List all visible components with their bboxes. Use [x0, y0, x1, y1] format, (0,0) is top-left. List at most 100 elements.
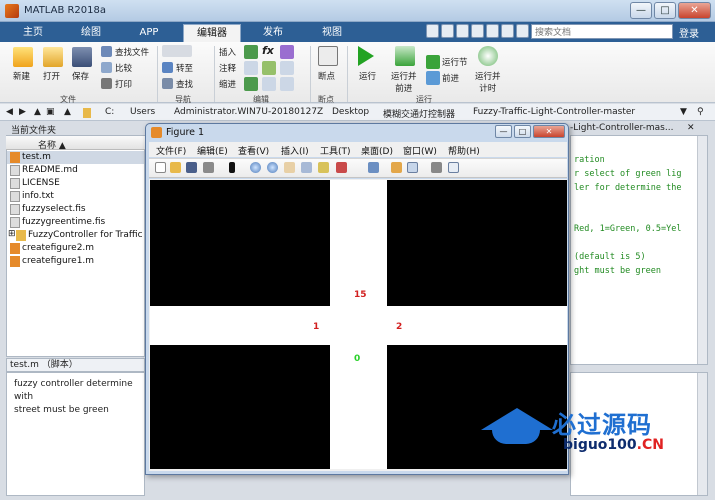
- menu-file[interactable]: 文件(F): [156, 144, 186, 157]
- legend-icon[interactable]: [407, 162, 418, 173]
- show-tools-icon[interactable]: [448, 162, 459, 173]
- browse-folder-icon[interactable]: ▣: [46, 107, 55, 117]
- pointer-icon[interactable]: [229, 162, 235, 173]
- run-advance-button[interactable]: 运行并 前进: [391, 70, 417, 94]
- column-name-label[interactable]: 名称 ▲: [38, 138, 66, 151]
- data-cursor-icon[interactable]: [318, 162, 329, 173]
- search-input[interactable]: [531, 24, 673, 39]
- comment-button[interactable]: 注释: [219, 62, 236, 74]
- address-search-icon[interactable]: ⚲: [697, 107, 704, 117]
- advance-button[interactable]: 前进: [442, 72, 459, 84]
- insert-section-icon[interactable]: [244, 45, 258, 59]
- editor-close-icon[interactable]: ✕: [687, 123, 695, 133]
- new-figure-icon[interactable]: [155, 162, 166, 173]
- print-button[interactable]: 打印: [115, 78, 132, 90]
- up-folder-icon[interactable]: ▲: [34, 107, 41, 117]
- wrap-comment-icon[interactable]: [280, 61, 294, 75]
- menu-help[interactable]: 帮助(H): [448, 144, 480, 157]
- menu-window[interactable]: 窗口(W): [403, 144, 437, 157]
- comment-toggle-icon[interactable]: [244, 61, 258, 75]
- up-arrow-icon[interactable]: ▲: [64, 107, 71, 117]
- uncomment-icon[interactable]: [262, 61, 276, 75]
- fx-button[interactable]: fx: [262, 44, 274, 57]
- expand-icon[interactable]: ⊞: [8, 229, 16, 239]
- increase-indent-icon[interactable]: [262, 77, 276, 91]
- forward-arrow-icon[interactable]: ▶: [19, 107, 26, 117]
- run-section-button[interactable]: 运行节: [442, 56, 468, 68]
- quick-help-icon[interactable]: [516, 24, 529, 38]
- quick-paste-icon[interactable]: [471, 24, 484, 38]
- breadcrumb-project[interactable]: 模糊交通灯控制器: [383, 107, 455, 120]
- menu-tools[interactable]: 工具(T): [320, 144, 351, 157]
- tab-plots[interactable]: 绘图: [66, 24, 116, 42]
- decrease-indent-icon[interactable]: [280, 77, 294, 91]
- rotate-icon[interactable]: [301, 162, 312, 173]
- file-item[interactable]: createfigure2.m: [22, 243, 94, 253]
- brush-icon[interactable]: [336, 162, 347, 173]
- breadcrumb-admin[interactable]: Administrator.WIN7U-20180127Z: [174, 107, 323, 117]
- quick-redo-icon[interactable]: [501, 24, 514, 38]
- figure-close-button[interactable]: ✕: [533, 125, 565, 138]
- file-item[interactable]: info.txt: [22, 191, 54, 201]
- editor-tab[interactable]: -Light-Controller-mas...: [570, 123, 700, 135]
- quick-copy-icon[interactable]: [456, 24, 469, 38]
- quick-undo-icon[interactable]: [486, 24, 499, 38]
- command-scrollbar[interactable]: [697, 373, 707, 495]
- file-item[interactable]: README.md: [22, 165, 78, 175]
- file-item[interactable]: LICENSE: [22, 178, 60, 188]
- editor-scrollbar[interactable]: [697, 136, 707, 364]
- insert-menu-icon[interactable]: [280, 45, 294, 59]
- find-files-button[interactable]: 查找文件: [115, 46, 149, 58]
- pan-hand-icon[interactable]: [284, 162, 295, 173]
- tab-publish[interactable]: 发布: [247, 24, 299, 42]
- address-dropdown-icon[interactable]: ▼: [680, 107, 687, 117]
- menu-desktop[interactable]: 桌面(D): [361, 144, 393, 157]
- column-header[interactable]: [6, 136, 145, 150]
- maximize-button[interactable]: □: [654, 2, 676, 19]
- open-file-icon[interactable]: [170, 162, 181, 173]
- breakpoints-button[interactable]: 断点: [318, 70, 335, 82]
- save-button[interactable]: 保存: [72, 70, 89, 82]
- quick-save-icon[interactable]: [426, 24, 439, 38]
- breadcrumb-desktop[interactable]: Desktop: [332, 107, 369, 117]
- find-button[interactable]: 查找: [176, 78, 193, 90]
- tab-view[interactable]: 视图: [306, 24, 358, 42]
- goto-button[interactable]: 转至: [176, 62, 193, 74]
- colorbar-icon[interactable]: [391, 162, 402, 173]
- indent-button[interactable]: 缩进: [219, 78, 236, 90]
- menu-edit[interactable]: 编辑(E): [197, 144, 228, 157]
- smart-indent-icon[interactable]: [244, 77, 258, 91]
- tab-apps[interactable]: APP: [124, 24, 174, 42]
- minimize-button[interactable]: —: [630, 2, 652, 19]
- hide-tools-icon[interactable]: [431, 162, 442, 173]
- menu-view[interactable]: 查看(V): [238, 144, 269, 157]
- back-arrow-icon[interactable]: ◀: [6, 107, 13, 117]
- insert-button[interactable]: 插入: [219, 46, 236, 58]
- new-button[interactable]: 新建: [13, 70, 30, 82]
- zoom-in-icon[interactable]: [250, 162, 261, 173]
- file-item[interactable]: fuzzygreentime.fis: [22, 217, 105, 227]
- zoom-out-icon[interactable]: [267, 162, 278, 173]
- file-item[interactable]: test.m: [22, 152, 51, 162]
- close-button[interactable]: ✕: [678, 2, 711, 19]
- compare-button[interactable]: 比较: [115, 62, 132, 74]
- run-time-button[interactable]: 运行并 计时: [475, 70, 501, 94]
- breadcrumb-users[interactable]: Users: [130, 107, 155, 117]
- save-figure-icon[interactable]: [186, 162, 197, 173]
- run-button[interactable]: 运行: [359, 70, 376, 82]
- folder-item[interactable]: FuzzyController for Traffic: [28, 230, 144, 240]
- open-button[interactable]: 打开: [43, 70, 60, 82]
- tab-home[interactable]: 主页: [8, 24, 58, 42]
- print-figure-icon[interactable]: [203, 162, 214, 173]
- breadcrumb-folder[interactable]: Fuzzy-Traffic-Light-Controller-master: [473, 107, 635, 117]
- file-item[interactable]: fuzzyselect.fis: [22, 204, 86, 214]
- file-item[interactable]: createfigure1.m: [22, 256, 94, 266]
- quick-cut-icon[interactable]: [441, 24, 454, 38]
- figure-maximize-button[interactable]: □: [514, 125, 531, 138]
- login-link[interactable]: 登录: [679, 25, 699, 40]
- link-plot-icon[interactable]: [368, 162, 379, 173]
- tab-editor[interactable]: 编辑器: [183, 24, 241, 42]
- breadcrumb-drive[interactable]: C:: [105, 107, 114, 117]
- menu-insert[interactable]: 插入(I): [281, 144, 309, 157]
- figure-minimize-button[interactable]: —: [495, 125, 512, 138]
